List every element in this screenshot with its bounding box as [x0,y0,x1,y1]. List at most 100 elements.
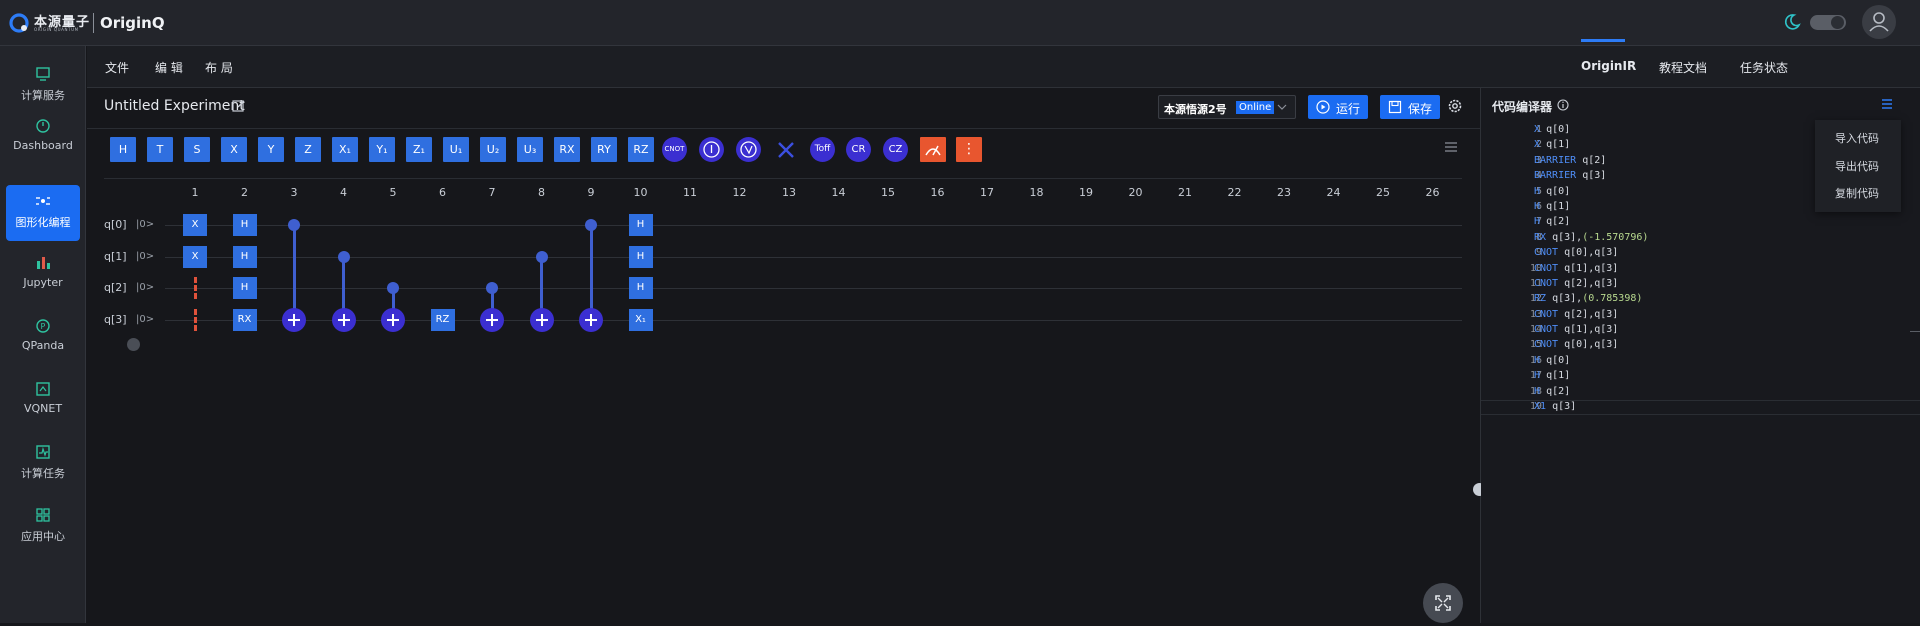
qubit-wire[interactable] [165,225,1462,226]
code-line[interactable]: 19 X1 q[3] [1481,401,1920,416]
code-line[interactable]: 18 H q[2] [1481,386,1920,401]
gate-z1[interactable]: Z₁ [406,137,432,162]
qubit-wire[interactable] [165,320,1462,321]
cnot-control-dot[interactable] [585,219,597,231]
code-line[interactable]: 11 CNOT q[2],q[3] [1481,278,1920,293]
cnot-target[interactable] [282,308,306,332]
gate-u1[interactable]: U₁ [443,137,469,162]
cnot-target[interactable] [331,308,356,332]
circuit-gate[interactable]: H [232,214,257,236]
gate-s[interactable]: S [184,137,210,162]
backend-select[interactable]: 本源悟源2号 Online [1158,95,1296,119]
menu-layout[interactable]: 布 局 [205,59,233,76]
menu-export-code[interactable]: 导出代码 [1835,158,1879,174]
circuit-gate[interactable]: X [183,214,207,236]
sidebar-item-dashboard[interactable]: Dashboard [6,110,80,166]
theme-toggle[interactable] [1810,15,1846,30]
gate-y1[interactable]: Y₁ [369,137,395,162]
gate-sqiswap[interactable] [736,137,761,162]
cnot-target[interactable] [480,308,504,332]
gate-cr[interactable]: CR [846,137,871,162]
code-keyword: CNOT [1534,324,1559,336]
menu-copy-code[interactable]: 复制代码 [1835,185,1879,201]
gate-y[interactable]: Y [258,137,284,162]
code-line[interactable]: 16 H q[0] [1481,355,1920,370]
hamburger-icon[interactable] [1444,142,1458,152]
tab-tutorial-docs[interactable]: 教程文档 [1659,59,1707,76]
sidebar-item-compute-service[interactable]: 计算服务 [6,58,80,114]
gear-icon[interactable] [1447,98,1463,114]
code-line[interactable]: 12 RZ q[3],(0.785398) [1481,293,1920,308]
barrier-gate[interactable] [193,277,197,299]
code-line[interactable]: 13 CNOT q[2],q[3] [1481,309,1920,324]
gate-toffoli[interactable]: Toff [810,137,835,162]
user-avatar[interactable] [1862,5,1896,39]
tab-task-status[interactable]: 任务状态 [1740,59,1788,76]
circuit-gate[interactable]: H [628,277,653,299]
cnot-control-dot[interactable] [535,251,548,263]
edit-icon[interactable] [232,99,246,113]
code-keyword: CNOT [1534,247,1559,259]
barrier-gate[interactable] [193,309,197,331]
gate-u2[interactable]: U₂ [480,137,506,162]
fullscreen-button[interactable] [1423,583,1463,623]
gate-x1[interactable]: X₁ [332,137,358,162]
cnot-control-dot[interactable] [387,282,399,294]
gate-ry[interactable]: RY [591,137,617,162]
code-line[interactable]: 9 CNOT q[0],q[3] [1481,247,1920,262]
info-icon[interactable] [1557,99,1569,111]
tab-originir[interactable]: OriginIR [1581,59,1636,73]
gate-x[interactable]: X [221,137,247,162]
monitor-icon [36,67,50,81]
cnot-control-dot[interactable] [288,219,300,231]
sidebar-item-app-center[interactable]: 应用中心 [6,499,80,555]
gate-cz[interactable]: CZ [883,137,908,162]
code-line[interactable]: 14 CNOT q[1],q[3] [1481,324,1920,339]
gate-cnot[interactable]: CNOT [662,137,687,162]
qubit-wire[interactable] [165,257,1462,258]
sidebar-item-jupyter[interactable]: Jupyter [6,247,80,303]
circuit-gate[interactable]: H [628,246,653,268]
menu-file[interactable]: 文件 [105,59,129,76]
add-qubit-icon[interactable] [127,338,140,351]
save-button[interactable]: 保存 [1380,95,1440,119]
sidebar-item-graphical-programming[interactable]: 图形化编程 [6,185,80,241]
code-line[interactable]: 8 RX q[3],(-1.570796) [1481,232,1920,247]
qubit-wire[interactable] [165,288,1462,289]
code-line[interactable]: 17 H q[1] [1481,370,1920,385]
cnot-target[interactable] [529,308,554,332]
run-button[interactable]: 运行 [1308,95,1368,119]
code-text: H q[1] [1534,370,1570,381]
circuit-gate[interactable]: H [232,277,257,299]
menu-import-code[interactable]: 导入代码 [1835,130,1879,146]
circuit-gate[interactable]: H [628,214,653,236]
circuit-gate[interactable]: RX [232,309,257,331]
code-menu-icon[interactable] [1881,99,1893,109]
code-line[interactable]: 15 CNOT q[0],q[3] [1481,339,1920,354]
code-line[interactable]: 10 CNOT q[1],q[3] [1481,263,1920,278]
circuit-gate[interactable]: X₁ [628,309,653,331]
sidebar-item-vqnet[interactable]: VQNET [6,373,80,429]
cnot-target[interactable] [381,308,405,332]
gate-t[interactable]: T [147,137,173,162]
gate-z[interactable]: Z [295,137,321,162]
sidebar-item-compute-tasks[interactable]: 计算任务 [6,436,80,492]
cnot-control-dot[interactable] [337,251,350,263]
moon-icon[interactable] [1783,13,1801,31]
gate-iswap[interactable] [699,137,724,162]
cnot-target[interactable] [579,308,603,332]
menu-edit[interactable]: 编 辑 [155,59,183,76]
gate-rx[interactable]: RX [554,137,580,162]
more-gates-button[interactable]: ⋮ [956,137,982,162]
code-line[interactable]: 7H q[2] [1481,216,1920,231]
sidebar-item-qpanda[interactable]: P QPanda [6,310,80,366]
gate-rz[interactable]: RZ [628,137,654,162]
gate-u3[interactable]: U₃ [517,137,543,162]
circuit-gate[interactable]: RZ [430,309,455,331]
swap-gate-icon[interactable] [776,140,796,160]
gate-h[interactable]: H [110,137,136,162]
circuit-gate[interactable]: X [183,246,207,268]
cnot-control-dot[interactable] [486,282,498,294]
circuit-gate[interactable]: H [232,246,257,268]
gate-measure[interactable] [920,137,946,162]
